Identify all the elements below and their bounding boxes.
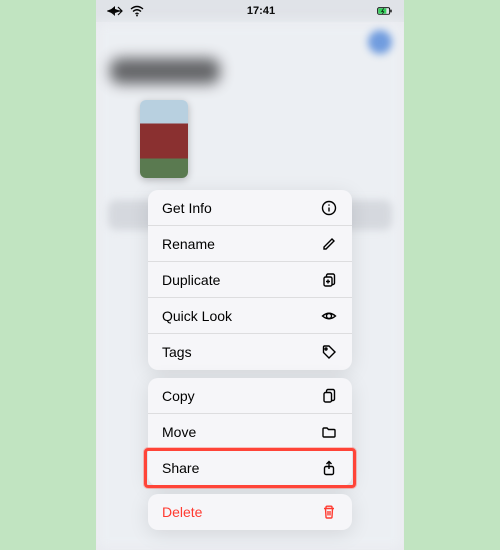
menu-group: Delete: [148, 494, 352, 530]
copy-icon: [320, 387, 338, 405]
menu-item-label: Share: [162, 460, 199, 476]
menu-item-tags[interactable]: Tags: [148, 334, 352, 370]
menu-item-copy[interactable]: Copy: [148, 378, 352, 414]
page-title-blurred: [110, 58, 220, 84]
menu-item-label: Duplicate: [162, 272, 220, 288]
menu-item-quick-look[interactable]: Quick Look: [148, 298, 352, 334]
menu-item-label: Quick Look: [162, 308, 232, 324]
pencil-icon: [320, 235, 338, 253]
menu-item-move[interactable]: Move: [148, 414, 352, 450]
phone-screen: 17:41 Get Info Rename Duplicate Quick Look T…: [96, 0, 404, 550]
menu-item-share[interactable]: Share: [148, 450, 352, 486]
blurred-header-button: [368, 30, 392, 54]
trash-icon: [320, 503, 338, 521]
menu-item-label: Rename: [162, 236, 215, 252]
airplane-mode-icon: [106, 2, 124, 20]
context-menu: Get Info Rename Duplicate Quick Look Tags Cop…: [148, 190, 352, 538]
menu-item-delete[interactable]: Delete: [148, 494, 352, 530]
folder-icon: [320, 423, 338, 441]
duplicate-icon: [320, 271, 338, 289]
menu-item-label: Move: [162, 424, 196, 440]
info-icon: [320, 199, 338, 217]
menu-item-duplicate[interactable]: Duplicate: [148, 262, 352, 298]
menu-item-rename[interactable]: Rename: [148, 226, 352, 262]
share-icon: [320, 459, 338, 477]
battery-charging-icon: [376, 2, 394, 20]
menu-item-label: Delete: [162, 504, 202, 520]
menu-item-label: Copy: [162, 388, 195, 404]
menu-group: Get Info Rename Duplicate Quick Look Tags: [148, 190, 352, 370]
menu-item-label: Tags: [162, 344, 192, 360]
status-bar: 17:41: [96, 0, 404, 22]
video-thumbnail[interactable]: [140, 100, 188, 178]
tag-icon: [320, 343, 338, 361]
status-time: 17:41: [247, 5, 275, 17]
menu-group: Copy Move Share: [148, 378, 352, 486]
eye-icon: [320, 307, 338, 325]
wifi-icon: [128, 2, 146, 20]
menu-item-get-info[interactable]: Get Info: [148, 190, 352, 226]
menu-item-label: Get Info: [162, 200, 212, 216]
